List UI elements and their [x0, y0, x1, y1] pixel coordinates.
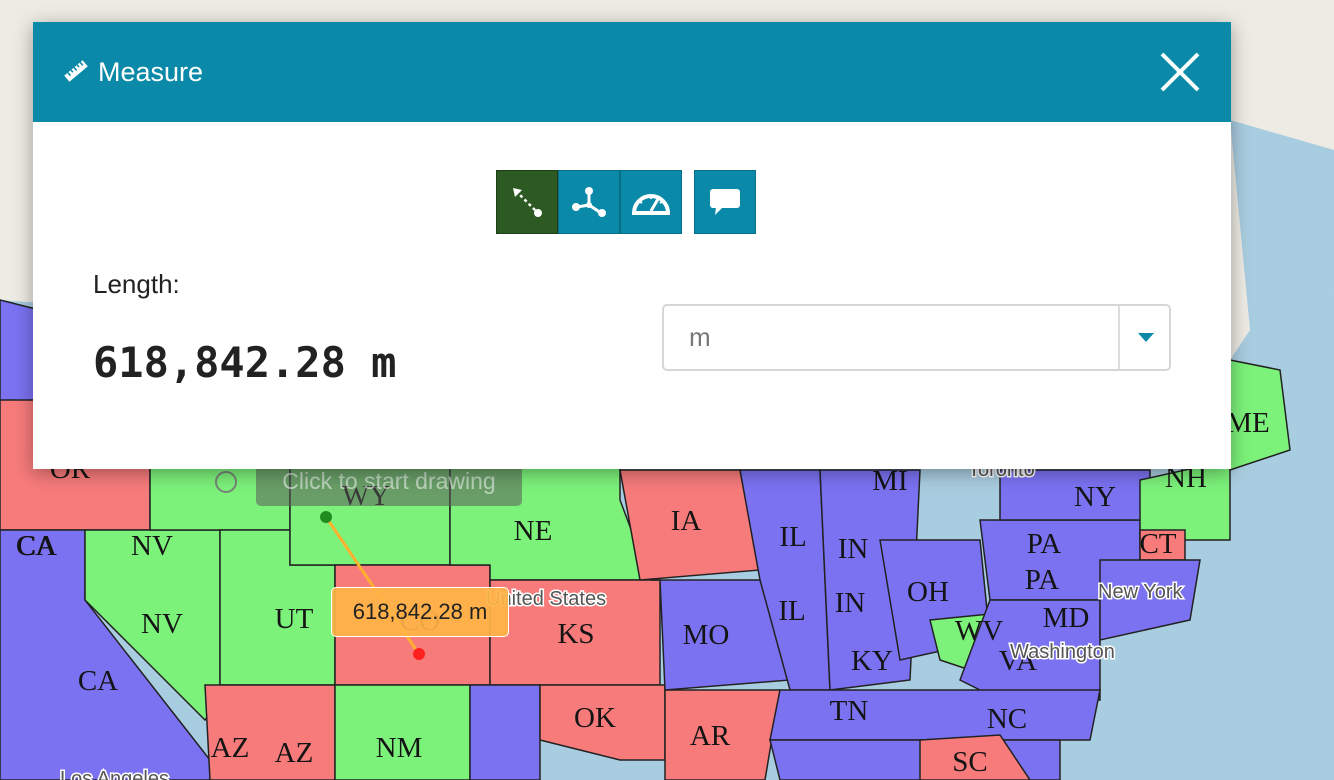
state-label-nv: NV: [141, 608, 183, 640]
city-label: Washington: [1010, 641, 1115, 663]
area-measure-icon: [572, 187, 606, 217]
state-label-ks: KS: [557, 618, 594, 650]
state-label-md: MD: [1043, 602, 1090, 634]
state-label-pa: PA: [1025, 564, 1059, 596]
unit-select[interactable]: m: [662, 304, 1171, 371]
state-label-ny: NY: [1074, 481, 1116, 513]
state-label-ut: UT: [275, 603, 314, 635]
state-label-pa: PA: [1027, 528, 1061, 560]
dialog-title: Measure: [98, 57, 204, 87]
city-label: Los Angeles: [60, 768, 169, 780]
state-label-sc: SC: [952, 746, 987, 778]
unit-select-value: m: [689, 322, 711, 352]
line-measure-button[interactable]: [496, 170, 558, 234]
state-label-in: IN: [835, 587, 866, 619]
measure-distance-tooltip: 618,842.28 m: [331, 587, 509, 637]
state-label-me: ME: [1226, 407, 1270, 439]
state-label-nv: NV: [131, 530, 173, 562]
length-label: Length:: [93, 269, 180, 299]
angle-measure-button[interactable]: [620, 170, 682, 234]
area-measure-button[interactable]: [558, 170, 620, 234]
select-divider: [1118, 306, 1120, 369]
state-label-ar: AR: [690, 720, 731, 752]
line-measure-icon: [513, 188, 542, 217]
state-label-ne: NE: [514, 515, 553, 547]
state-label-nm: NM: [376, 732, 423, 764]
state-label-ia: IA: [671, 505, 702, 537]
measure-end-point[interactable]: [413, 648, 425, 660]
angle-measure-icon: [632, 194, 670, 215]
state-label-ct: CT: [1139, 528, 1176, 560]
dialog-header: Measure: [33, 22, 1231, 122]
state-label-ok: OK: [574, 702, 616, 734]
state-label-oh: OH: [907, 576, 949, 608]
city-label: New York: [1098, 581, 1183, 603]
measure-start-point[interactable]: [320, 511, 332, 523]
state-label-in: IN: [838, 533, 869, 565]
state-label-tn: TN: [830, 695, 869, 727]
comment-icon: [710, 189, 740, 215]
comment-button[interactable]: [694, 170, 756, 234]
chevron-down-icon[interactable]: [1137, 332, 1155, 344]
state-label-nc: NC: [987, 703, 1027, 735]
state-label-az: AZ: [275, 737, 314, 769]
state-label-il: IL: [778, 595, 805, 627]
ruler-icon: [64, 60, 88, 82]
state-label-ca: CA: [78, 665, 118, 697]
length-value: 618,842.28 m: [93, 338, 397, 387]
drawing-cursor-circle: [215, 471, 237, 493]
state-label-wv: WV: [955, 615, 1003, 647]
state-label-mo: MO: [683, 619, 730, 651]
state-label-mi: MI: [872, 465, 907, 497]
state-label-ca: CA: [16, 530, 56, 562]
state-label-az: AZ: [211, 732, 250, 764]
state-label-ky: KY: [851, 645, 893, 677]
measure-dialog: Measure Length: 618,842.28 m m: [33, 22, 1231, 469]
close-icon[interactable]: [1158, 50, 1202, 94]
state-label-il: IL: [779, 521, 806, 553]
